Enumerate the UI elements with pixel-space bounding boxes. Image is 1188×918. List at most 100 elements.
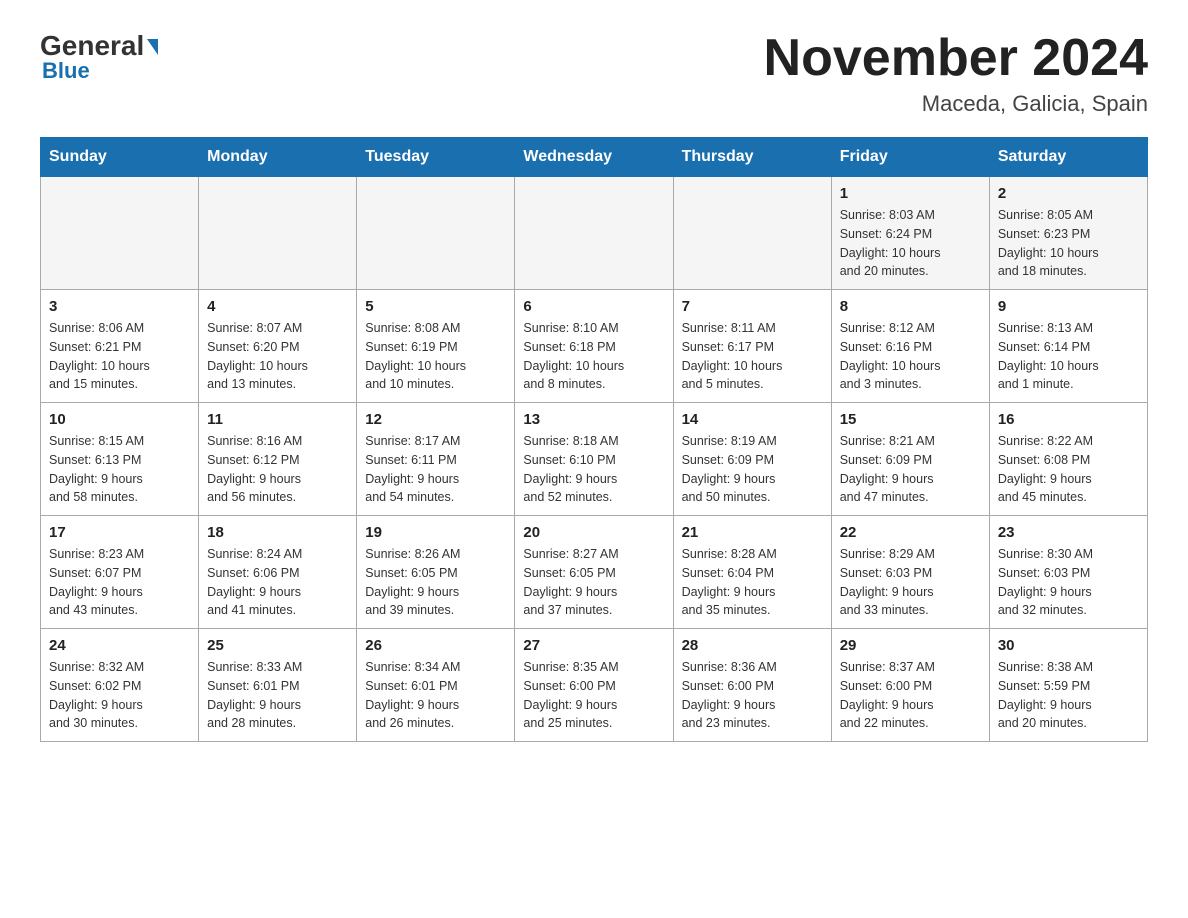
day-info: Sunrise: 8:27 AM Sunset: 6:05 PM Dayligh… bbox=[523, 545, 664, 620]
day-number: 30 bbox=[998, 637, 1139, 654]
day-info: Sunrise: 8:35 AM Sunset: 6:00 PM Dayligh… bbox=[523, 658, 664, 733]
calendar-cell: 7 Sunrise: 8:11 AM Sunset: 6:17 PM Daylig… bbox=[673, 290, 831, 403]
page-header: General Blue November 2024 Maceda, Galic… bbox=[40, 30, 1148, 117]
day-number: 21 bbox=[682, 524, 823, 541]
day-number: 5 bbox=[365, 298, 506, 315]
day-number: 1 bbox=[840, 185, 981, 202]
day-info: Sunrise: 8:32 AM Sunset: 6:02 PM Dayligh… bbox=[49, 658, 190, 733]
day-number: 8 bbox=[840, 298, 981, 315]
day-number: 24 bbox=[49, 637, 190, 654]
calendar-cell: 25 Sunrise: 8:33 AM Sunset: 6:01 PM Dayli… bbox=[199, 629, 357, 742]
calendar-cell: 10 Sunrise: 8:15 AM Sunset: 6:13 PM Dayli… bbox=[41, 403, 199, 516]
calendar-cell: 4 Sunrise: 8:07 AM Sunset: 6:20 PM Daylig… bbox=[199, 290, 357, 403]
calendar-week-row: 10 Sunrise: 8:15 AM Sunset: 6:13 PM Dayli… bbox=[41, 403, 1148, 516]
day-number: 6 bbox=[523, 298, 664, 315]
day-info: Sunrise: 8:05 AM Sunset: 6:23 PM Dayligh… bbox=[998, 206, 1139, 281]
day-info: Sunrise: 8:10 AM Sunset: 6:18 PM Dayligh… bbox=[523, 319, 664, 394]
calendar-cell: 16Sunrise: 8:22 AM Sunset: 6:08 PM Dayli… bbox=[989, 403, 1147, 516]
calendar-cell bbox=[515, 177, 673, 290]
day-info: Sunrise: 8:38 AM Sunset: 5:59 PM Dayligh… bbox=[998, 658, 1139, 733]
location-title: Maceda, Galicia, Spain bbox=[764, 91, 1148, 117]
calendar-cell: 22Sunrise: 8:29 AM Sunset: 6:03 PM Dayli… bbox=[831, 516, 989, 629]
day-number: 28 bbox=[682, 637, 823, 654]
day-info: Sunrise: 8:26 AM Sunset: 6:05 PM Dayligh… bbox=[365, 545, 506, 620]
calendar-header-row: SundayMondayTuesdayWednesdayThursdayFrid… bbox=[41, 138, 1148, 177]
day-number: 11 bbox=[207, 411, 348, 428]
day-info: Sunrise: 8:08 AM Sunset: 6:19 PM Dayligh… bbox=[365, 319, 506, 394]
day-number: 18 bbox=[207, 524, 348, 541]
day-number: 22 bbox=[840, 524, 981, 541]
calendar-cell: 15Sunrise: 8:21 AM Sunset: 6:09 PM Dayli… bbox=[831, 403, 989, 516]
calendar-cell: 6 Sunrise: 8:10 AM Sunset: 6:18 PM Daylig… bbox=[515, 290, 673, 403]
calendar-cell: 23 Sunrise: 8:30 AM Sunset: 6:03 PM Dayli… bbox=[989, 516, 1147, 629]
day-info: Sunrise: 8:19 AM Sunset: 6:09 PM Dayligh… bbox=[682, 432, 823, 507]
calendar-cell: 18 Sunrise: 8:24 AM Sunset: 6:06 PM Dayli… bbox=[199, 516, 357, 629]
calendar-cell: 13Sunrise: 8:18 AM Sunset: 6:10 PM Dayli… bbox=[515, 403, 673, 516]
day-number: 10 bbox=[49, 411, 190, 428]
day-number: 4 bbox=[207, 298, 348, 315]
calendar-week-row: 3 Sunrise: 8:06 AM Sunset: 6:21 PM Daylig… bbox=[41, 290, 1148, 403]
day-info: Sunrise: 8:11 AM Sunset: 6:17 PM Dayligh… bbox=[682, 319, 823, 394]
calendar-table: SundayMondayTuesdayWednesdayThursdayFrid… bbox=[40, 137, 1148, 742]
day-number: 19 bbox=[365, 524, 506, 541]
day-info: Sunrise: 8:07 AM Sunset: 6:20 PM Dayligh… bbox=[207, 319, 348, 394]
calendar-cell: 21 Sunrise: 8:28 AM Sunset: 6:04 PM Dayli… bbox=[673, 516, 831, 629]
calendar-cell: 1 Sunrise: 8:03 AM Sunset: 6:24 PM Daylig… bbox=[831, 177, 989, 290]
day-number: 25 bbox=[207, 637, 348, 654]
day-info: Sunrise: 8:33 AM Sunset: 6:01 PM Dayligh… bbox=[207, 658, 348, 733]
day-info: Sunrise: 8:34 AM Sunset: 6:01 PM Dayligh… bbox=[365, 658, 506, 733]
calendar-cell: 27 Sunrise: 8:35 AM Sunset: 6:00 PM Dayli… bbox=[515, 629, 673, 742]
day-info: Sunrise: 8:06 AM Sunset: 6:21 PM Dayligh… bbox=[49, 319, 190, 394]
day-info: Sunrise: 8:36 AM Sunset: 6:00 PM Dayligh… bbox=[682, 658, 823, 733]
day-number: 15 bbox=[840, 411, 981, 428]
month-title: November 2024 bbox=[764, 30, 1148, 87]
day-info: Sunrise: 8:23 AM Sunset: 6:07 PM Dayligh… bbox=[49, 545, 190, 620]
weekday-header-thursday: Thursday bbox=[673, 138, 831, 177]
calendar-cell: 30 Sunrise: 8:38 AM Sunset: 5:59 PM Dayli… bbox=[989, 629, 1147, 742]
calendar-cell: 3 Sunrise: 8:06 AM Sunset: 6:21 PM Daylig… bbox=[41, 290, 199, 403]
calendar-cell: 26Sunrise: 8:34 AM Sunset: 6:01 PM Dayli… bbox=[357, 629, 515, 742]
weekday-header-saturday: Saturday bbox=[989, 138, 1147, 177]
calendar-cell: 14 Sunrise: 8:19 AM Sunset: 6:09 PM Dayli… bbox=[673, 403, 831, 516]
day-info: Sunrise: 8:12 AM Sunset: 6:16 PM Dayligh… bbox=[840, 319, 981, 394]
day-info: Sunrise: 8:13 AM Sunset: 6:14 PM Dayligh… bbox=[998, 319, 1139, 394]
logo-triangle-icon bbox=[147, 39, 158, 55]
day-number: 12 bbox=[365, 411, 506, 428]
day-info: Sunrise: 8:22 AM Sunset: 6:08 PM Dayligh… bbox=[998, 432, 1139, 507]
day-info: Sunrise: 8:37 AM Sunset: 6:00 PM Dayligh… bbox=[840, 658, 981, 733]
day-number: 23 bbox=[998, 524, 1139, 541]
calendar-week-row: 1 Sunrise: 8:03 AM Sunset: 6:24 PM Daylig… bbox=[41, 177, 1148, 290]
day-info: Sunrise: 8:03 AM Sunset: 6:24 PM Dayligh… bbox=[840, 206, 981, 281]
title-block: November 2024 Maceda, Galicia, Spain bbox=[764, 30, 1148, 117]
logo: General Blue bbox=[40, 30, 158, 84]
calendar-cell: 28 Sunrise: 8:36 AM Sunset: 6:00 PM Dayli… bbox=[673, 629, 831, 742]
day-number: 14 bbox=[682, 411, 823, 428]
day-info: Sunrise: 8:30 AM Sunset: 6:03 PM Dayligh… bbox=[998, 545, 1139, 620]
weekday-header-wednesday: Wednesday bbox=[515, 138, 673, 177]
calendar-cell bbox=[41, 177, 199, 290]
calendar-cell bbox=[357, 177, 515, 290]
day-number: 27 bbox=[523, 637, 664, 654]
day-info: Sunrise: 8:16 AM Sunset: 6:12 PM Dayligh… bbox=[207, 432, 348, 507]
calendar-cell: 19 Sunrise: 8:26 AM Sunset: 6:05 PM Dayli… bbox=[357, 516, 515, 629]
calendar-cell bbox=[673, 177, 831, 290]
day-number: 3 bbox=[49, 298, 190, 315]
day-info: Sunrise: 8:28 AM Sunset: 6:04 PM Dayligh… bbox=[682, 545, 823, 620]
day-info: Sunrise: 8:18 AM Sunset: 6:10 PM Dayligh… bbox=[523, 432, 664, 507]
weekday-header-monday: Monday bbox=[199, 138, 357, 177]
day-info: Sunrise: 8:24 AM Sunset: 6:06 PM Dayligh… bbox=[207, 545, 348, 620]
day-info: Sunrise: 8:17 AM Sunset: 6:11 PM Dayligh… bbox=[365, 432, 506, 507]
day-number: 17 bbox=[49, 524, 190, 541]
day-number: 29 bbox=[840, 637, 981, 654]
calendar-cell: 20Sunrise: 8:27 AM Sunset: 6:05 PM Dayli… bbox=[515, 516, 673, 629]
calendar-week-row: 17 Sunrise: 8:23 AM Sunset: 6:07 PM Dayli… bbox=[41, 516, 1148, 629]
day-info: Sunrise: 8:15 AM Sunset: 6:13 PM Dayligh… bbox=[49, 432, 190, 507]
calendar-cell: 12 Sunrise: 8:17 AM Sunset: 6:11 PM Dayli… bbox=[357, 403, 515, 516]
calendar-cell: 9Sunrise: 8:13 AM Sunset: 6:14 PM Daylig… bbox=[989, 290, 1147, 403]
calendar-week-row: 24 Sunrise: 8:32 AM Sunset: 6:02 PM Dayli… bbox=[41, 629, 1148, 742]
calendar-cell: 29 Sunrise: 8:37 AM Sunset: 6:00 PM Dayli… bbox=[831, 629, 989, 742]
logo-blue: Blue bbox=[42, 58, 90, 84]
calendar-cell bbox=[199, 177, 357, 290]
day-number: 7 bbox=[682, 298, 823, 315]
calendar-cell: 24 Sunrise: 8:32 AM Sunset: 6:02 PM Dayli… bbox=[41, 629, 199, 742]
